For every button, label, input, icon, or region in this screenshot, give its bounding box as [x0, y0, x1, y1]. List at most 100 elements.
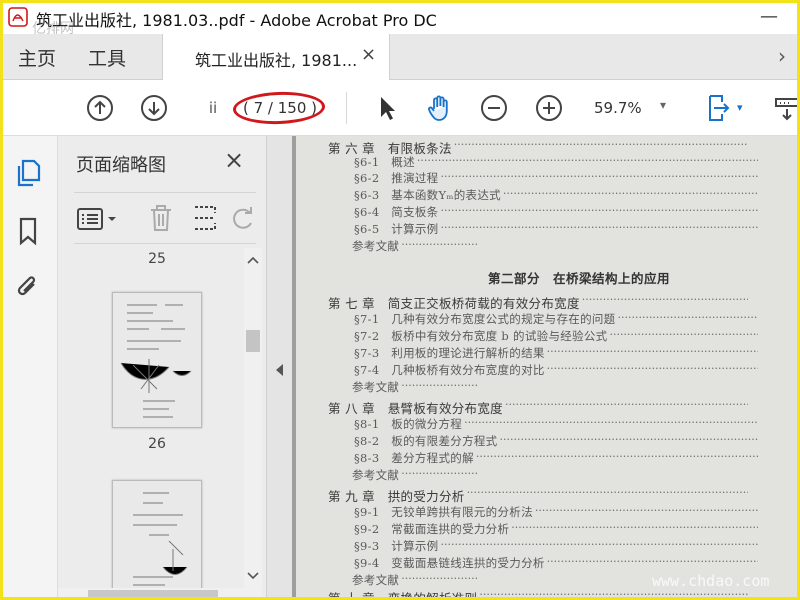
thumbnail-page-26-content [120, 304, 192, 418]
tab-scroll-next-button[interactable]: › [778, 44, 786, 68]
toc-entry: §8-2 板的有限差分方程式 [354, 433, 497, 449]
toc-entry: 第 十 章 变换的解析准则 [328, 588, 477, 600]
toc-leader-dots: ········································… [466, 486, 748, 499]
toc-leader-dots: ········································… [440, 170, 758, 183]
tab-close-button[interactable]: × [361, 44, 376, 65]
rotate-page-icon[interactable] [230, 203, 256, 233]
toc-entry: §7-1 几种有效分布宽度公式的规定与存在的问题 [354, 311, 615, 327]
toc-entry-text: §9-3 计算示例 [354, 539, 439, 553]
thumbnail-page-label: 25 [148, 251, 166, 267]
select-cursor-icon[interactable] [372, 93, 402, 123]
document-page: 第二部分 在桥梁结构上的应用 www.chdao.com 第 六 章 有限板条法… [296, 136, 800, 600]
toc-leader-dots: ········································… [534, 504, 758, 517]
toc-entry: §8-3 差分方程式的解 [354, 450, 474, 466]
toc-entry-text: 参考文献 [352, 239, 400, 253]
toc-entry: §9-2 常截面连拱的受力分析 [354, 521, 509, 537]
thumbnails-horizontal-scrollbar[interactable] [58, 588, 244, 600]
toc-entry-text: §6-3 基本函数Yₘ的表达式 [354, 188, 501, 202]
previous-page-button[interactable] [85, 93, 115, 123]
tab-document-label: 筑工业出版社, 1981... [195, 51, 358, 70]
tab-home[interactable]: 主页 [18, 44, 56, 71]
zoom-dropdown-icon[interactable]: ▾ [660, 98, 666, 112]
scroll-down-icon[interactable] [247, 572, 259, 580]
toc-leader-dots: ········································… [546, 362, 758, 375]
toc-entry: 参考文献 [352, 379, 399, 395]
zoom-in-button[interactable] [534, 93, 564, 123]
toc-leader-dots: ········································… [440, 538, 758, 551]
page-thumbnails-icon[interactable] [14, 158, 42, 188]
collapse-left-icon[interactable] [276, 364, 284, 376]
next-page-button[interactable] [139, 93, 169, 123]
toc-entry-text: 参考文献 [352, 573, 400, 587]
hand-tool-icon[interactable] [425, 93, 455, 123]
toc-entry: §7-4 几种板桥有效分布宽度的对比 [354, 362, 545, 378]
toc-leader-dots: ········································… [546, 555, 758, 568]
navigation-rail [0, 136, 58, 600]
panel-collapse-handle[interactable] [266, 136, 292, 600]
acrobat-app-icon [8, 7, 28, 27]
toc-entry-text: 第 九 章 拱的受力分析 [328, 489, 465, 504]
toc-leader-dots: ········································… [546, 345, 758, 358]
toc-leader-dots: ········································… [440, 204, 758, 217]
toc-leader-dots: ········································… [453, 138, 748, 151]
thumbnail-page-26[interactable] [112, 292, 202, 428]
toc-entry: §9-4 变截面悬链线连拱的受力分析 [354, 555, 545, 571]
toc-leader-dots: ········································… [416, 154, 758, 167]
minimize-button[interactable]: — [754, 4, 784, 30]
toc-entry: §6-2 推演过程 [354, 170, 438, 186]
toc-leader-dots: ········································… [401, 572, 478, 585]
toc-entry: 参考文献 [352, 238, 399, 254]
toc-leader-dots: ········································… [475, 450, 758, 463]
tab-tools[interactable]: 工具 [88, 44, 126, 71]
toc-leader-dots: ········································… [440, 221, 758, 234]
main-toolbar: ii ( 7 / 150 ) 59.7% ▾ ▾ [0, 80, 800, 136]
toolbar-divider [346, 92, 347, 124]
thumbnail-page-27[interactable] [112, 480, 202, 600]
toc-leader-dots: ········································… [464, 416, 758, 429]
toc-entry: §8-1 板的微分方程 [354, 416, 462, 432]
toc-leader-dots: ········································… [401, 379, 478, 392]
toc-entry-text: 第 十 章 变换的解析准则 [328, 591, 478, 600]
horizontal-scrollbar-thumb[interactable] [88, 590, 218, 598]
page-fit-dropdown-icon[interactable]: ▾ [737, 101, 743, 114]
document-view[interactable]: 第二部分 在桥梁结构上的应用 www.chdao.com 第 六 章 有限板条法… [292, 136, 800, 600]
toc-entry-text: 参考文献 [352, 468, 400, 482]
toc-entry-text: §8-1 板的微分方程 [354, 417, 463, 431]
attachments-icon[interactable] [14, 272, 42, 302]
thumbnail-options-icon[interactable] [76, 207, 118, 231]
toc-leader-dots: ········································… [401, 238, 478, 251]
toc-entry-text: §6-2 推演过程 [354, 171, 439, 185]
scrolling-mode-icon[interactable] [772, 93, 800, 123]
scroll-up-icon[interactable] [247, 256, 259, 264]
toc-entry-text: §7-3 利用板的理论进行解析的结果 [354, 346, 545, 360]
toc-entry: §6-1 概述 [354, 154, 415, 170]
toc-entry-text: 第 七 章 简支正交板桥荷载的有效分布宽度 [328, 296, 580, 311]
delete-page-icon[interactable] [148, 203, 174, 233]
thumbnails-close-button[interactable]: × [224, 146, 244, 174]
thumbnails-scrollbar[interactable] [244, 248, 262, 600]
zoom-level-field[interactable]: 59.7% [594, 98, 646, 118]
toc-entry-text: §6-1 概述 [354, 155, 415, 169]
toc-entry-text: §8-3 差分方程式的解 [354, 451, 474, 465]
insert-page-icon[interactable] [192, 203, 218, 233]
toc-entry: 第 八 章 悬臂板有效分布宽度 [328, 398, 503, 417]
window-title: 筑工业出版社, 1981.03..pdf - Adobe Acrobat Pro… [36, 11, 437, 30]
toc-leader-dots: ········································… [504, 398, 748, 411]
toc-leader-dots: ········································… [401, 467, 478, 480]
toc-entry-text: §9-1 无铰单跨拱有限元的分析法 [354, 505, 533, 519]
toc-entry-text: §8-2 板的有限差分方程式 [354, 434, 498, 448]
zoom-out-button[interactable] [479, 93, 509, 123]
tab-document[interactable]: 筑工业出版社, 1981... × [162, 34, 390, 80]
toc-entry-text: §6-5 计算示例 [354, 222, 439, 236]
title-bar: 筑工业出版社, 1981.03..pdf - Adobe Acrobat Pro… [0, 0, 800, 37]
bookmarks-icon[interactable] [14, 216, 42, 246]
thumbnails-scrollbar-thumb[interactable] [246, 330, 260, 352]
thumbnails-panel: 页面缩略图 × 25 26 [58, 136, 266, 600]
toc-entry-text: §9-2 常截面连拱的受力分析 [354, 522, 510, 536]
toc-entry: §7-2 板桥中有效分布宽度 b 的试验与经验公式 [354, 328, 607, 344]
toc-entry: §9-1 无铰单跨拱有限元的分析法 [354, 504, 533, 520]
toc-leader-dots: ········································… [609, 328, 758, 341]
page-number-input[interactable]: ii [196, 97, 230, 119]
toc-entry-text: §9-4 变截面悬链线连拱的受力分析 [354, 556, 545, 570]
page-fit-icon[interactable] [704, 93, 734, 123]
